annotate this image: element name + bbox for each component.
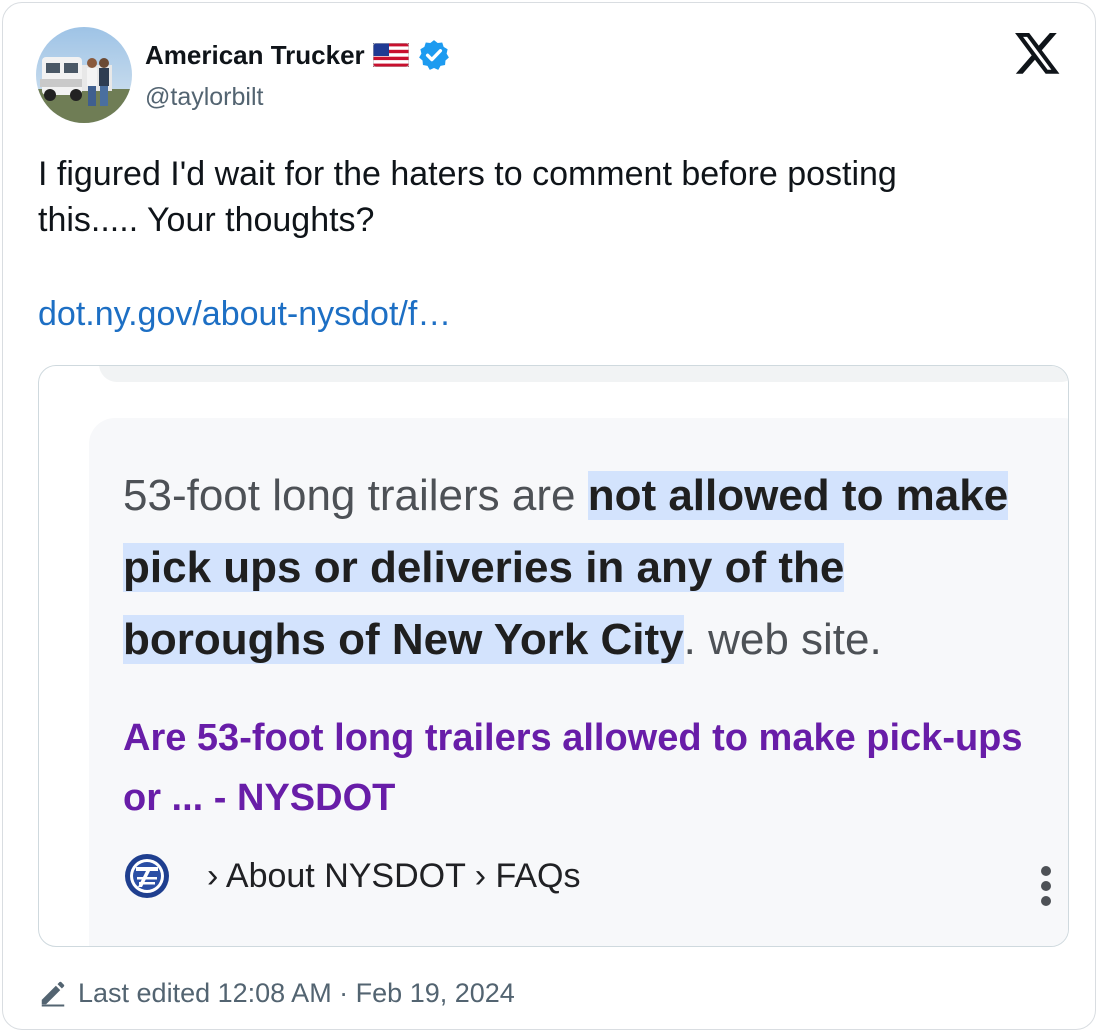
display-name[interactable]: American Trucker: [145, 40, 365, 71]
verified-icon[interactable]: [417, 38, 451, 72]
edited-notice[interactable]: Last edited 12:08 AM · Feb 19, 2024: [38, 973, 515, 1013]
result-breadcrumb[interactable]: › About NYSDOT › FAQs: [207, 857, 581, 896]
edited-timestamp[interactable]: Last edited 12:08 AM · Feb 19, 2024: [78, 978, 515, 1009]
nysdot-logo-icon: [123, 852, 171, 900]
snippet-text-end: . web site.: [683, 615, 882, 664]
search-result-card: 53-foot long trailers are not allowed to…: [89, 418, 1068, 946]
pencil-icon: [38, 978, 68, 1008]
us-flag-icon: [372, 42, 410, 68]
author-handle[interactable]: @taylorbilt: [145, 83, 263, 112]
result-snippet: 53-foot long trailers are not allowed to…: [123, 460, 1043, 676]
snippet-text: 53-foot long trailers are: [123, 471, 588, 520]
attached-screenshot[interactable]: 53-foot long trailers are not allowed to…: [38, 365, 1069, 947]
tweet-text-line: this..... Your thoughts?: [38, 201, 375, 239]
x-logo-icon[interactable]: [1015, 33, 1061, 77]
result-source-row: › About NYSDOT › FAQs: [123, 850, 1023, 902]
tweet-text-line: I figured I'd wait for the haters to com…: [38, 155, 897, 193]
tweet-link[interactable]: dot.ny.gov/about-nysdot/f…: [38, 295, 451, 334]
avatar-truck-photo: [36, 27, 132, 123]
result-title-link[interactable]: Are 53-foot long trailers allowed to mak…: [123, 708, 1053, 828]
tweet-text: I figured I'd wait for the haters to com…: [38, 151, 1068, 243]
author-name-row[interactable]: American Trucker: [145, 37, 451, 73]
avatar[interactable]: [36, 27, 132, 123]
more-vertical-icon[interactable]: [1039, 864, 1053, 908]
card-top-edge: [99, 366, 1068, 382]
tweet-card: American Trucker @taylorbilt I figured I…: [2, 2, 1096, 1030]
